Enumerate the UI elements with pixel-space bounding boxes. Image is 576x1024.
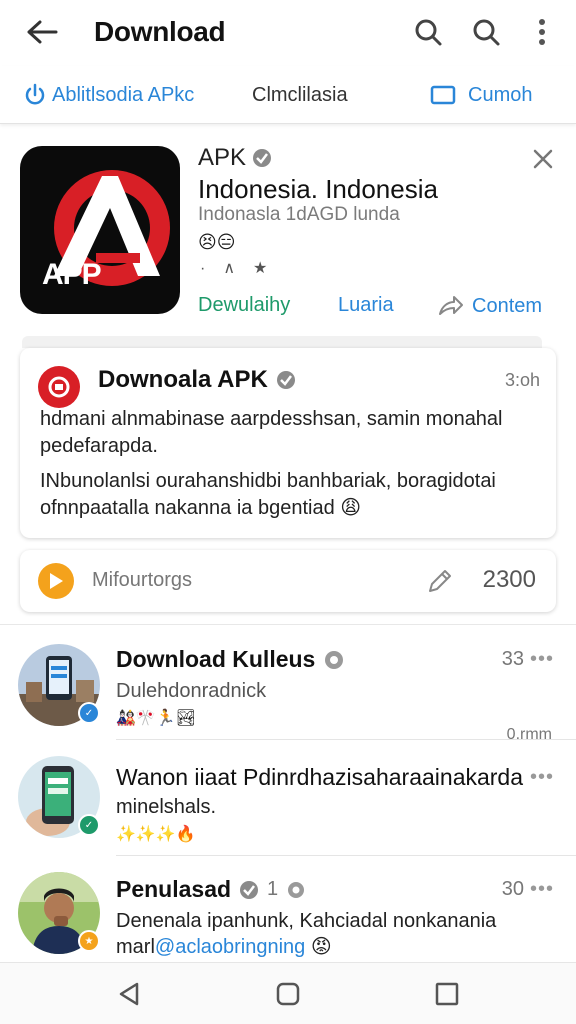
power-icon: [24, 83, 46, 107]
app-subtitle: Indonasla 1dAGD lunda: [198, 204, 400, 225]
tab-label: Cumoh: [468, 83, 533, 106]
app-logo[interactable]: APP: [20, 146, 180, 314]
home-square-icon[interactable]: [273, 979, 303, 1009]
page-title: Download: [94, 16, 226, 47]
stat-card[interactable]: Mifourtorgs 2300: [20, 550, 556, 612]
back-triangle-icon[interactable]: [114, 979, 144, 1009]
app-logo-text: APP: [42, 258, 102, 291]
feed-text: Denenala ipanhunk, Kahciadal nonkanania …: [116, 908, 546, 960]
action-label: Dewulaihy: [198, 294, 291, 316]
feed-time-value: 33: [501, 648, 524, 670]
system-nav-bar: [0, 962, 576, 1024]
card-stack-edge: [22, 336, 542, 348]
feed-emoji: 😡: [310, 936, 332, 958]
feed-text-tail: marl: [116, 936, 155, 958]
folder-icon: [430, 84, 456, 106]
settings-gear-icon: [323, 649, 345, 671]
app-emojis: 😣😑: [198, 232, 236, 252]
feed-title: Penulasad: [116, 876, 232, 902]
tab-bar: Ablitlsodia APkc Clmclilasia Cumoh: [0, 66, 576, 124]
feed-title-row: Wanon iiaat Pdinrdhazisaharaainakarda: [116, 764, 523, 791]
tab-folder[interactable]: Cumoh: [430, 80, 532, 110]
list-item[interactable]: ★ Penulasad 1 30 ••• Denenala ipanhunk, …: [0, 860, 576, 970]
feed-title: Wanon iiaat Pdinrdhazisaharaainakarda: [116, 764, 524, 790]
list-item[interactable]: ✓ Download Kulleus 33 ••• Dulehdonradnic…: [0, 630, 576, 743]
search-icon[interactable]: [410, 14, 446, 50]
divider: [116, 739, 576, 740]
tab-label: Ablitlsodia APkc: [52, 83, 195, 106]
verified-icon: [276, 370, 296, 390]
post-title-row: Downoala APK: [98, 366, 296, 394]
app-name: Indonesia. Indonesia: [198, 174, 438, 204]
feed-text-line: Denenala ipanhunk, Kahciadal nonkanania: [116, 910, 497, 932]
share-action-button[interactable]: Contem: [436, 294, 542, 318]
feed-time: 33 •••: [502, 648, 554, 671]
post-text: INbunolanlsi ourahanshidbi banhbariak, b…: [40, 470, 496, 519]
feed-footer: 0.rmm: [506, 726, 552, 743]
share-icon: [436, 294, 464, 318]
app-type: APK: [198, 144, 247, 171]
post-text: hdmani alnmabinase aarpdesshsan, samin m…: [40, 408, 503, 457]
feed-text: Dulehdonradnick: [116, 680, 267, 702]
close-icon[interactable]: [528, 144, 558, 174]
feed-time: •••: [530, 766, 554, 789]
settings-gear-icon: [286, 880, 306, 900]
verified-icon: [252, 148, 272, 168]
feed-title-extra: 1: [267, 878, 279, 900]
feed-title: Download Kulleus: [116, 646, 316, 672]
feed-title-row: Download Kulleus: [116, 646, 345, 673]
verified-badge-icon: ✓: [78, 702, 100, 724]
tab-label: Clmclilasia: [252, 83, 348, 106]
badge-icon: ✓: [78, 814, 100, 836]
download-action-button[interactable]: Dewulaihy: [198, 294, 290, 317]
feed-time: 30 •••: [502, 878, 554, 901]
app-header: APP APK Indonesia. Indonesia Indonasla 1…: [0, 130, 576, 330]
feed-emoji: 🎎🎌🏃🏞: [116, 710, 197, 727]
top-app-bar: Download: [0, 0, 576, 64]
post-title: Downoala APK: [98, 366, 268, 393]
more-horizontal-icon[interactable]: •••: [530, 648, 554, 671]
feed-text: minelshals.: [116, 796, 217, 818]
tab-category[interactable]: Clmclilasia: [252, 80, 348, 110]
divider: [116, 855, 576, 856]
post-avatar-icon: [38, 366, 80, 408]
stat-count: 2300: [482, 566, 536, 593]
feed-title-row: Penulasad 1: [116, 876, 306, 903]
more-vertical-icon[interactable]: [524, 14, 560, 50]
more-horizontal-icon[interactable]: •••: [530, 878, 554, 901]
list-item[interactable]: ✓ Wanon iiaat Pdinrdhazisaharaainakarda …: [0, 746, 576, 856]
action-label: Contem: [472, 294, 543, 317]
post-time: 3:oh: [504, 370, 540, 390]
secondary-action-button[interactable]: Luaria: [338, 294, 394, 317]
badge-icon: ★: [78, 930, 100, 952]
action-label: Luaria: [338, 294, 394, 316]
stat-label: Mifourtorgs: [92, 569, 193, 591]
feed-time-value: 30: [501, 878, 524, 900]
feed-emoji: ✨✨✨🔥: [116, 826, 196, 843]
play-icon[interactable]: [38, 563, 74, 599]
app-actions: Dewulaihy Luaria Contem: [198, 290, 558, 324]
search-icon[interactable]: [468, 14, 504, 50]
app-rating-marks: ·∧★: [200, 260, 286, 277]
mention-link[interactable]: @aclaobringning: [155, 936, 305, 958]
divider: [0, 624, 576, 625]
verified-icon: [239, 880, 259, 900]
back-arrow-icon[interactable]: [22, 16, 62, 48]
edit-pencil-icon[interactable]: [424, 565, 456, 597]
tab-apks[interactable]: Ablitlsodia APkc: [24, 80, 194, 110]
recents-square-icon[interactable]: [432, 979, 462, 1009]
app-type-row: APK: [198, 144, 272, 172]
more-horizontal-icon[interactable]: •••: [530, 766, 554, 789]
post-card[interactable]: Downoala APK 3:oh hdmani alnmabinase aar…: [20, 348, 556, 538]
